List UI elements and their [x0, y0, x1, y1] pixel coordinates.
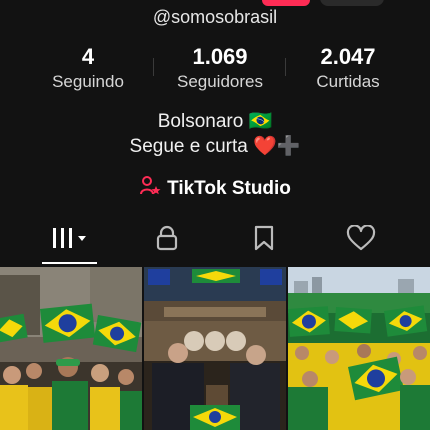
top-menu-button[interactable]	[320, 0, 384, 6]
stat-followers[interactable]: 1.069 Seguidores	[160, 44, 280, 94]
person-star-icon	[139, 175, 161, 203]
bio-line-2: Segue e curta ❤️➕	[129, 136, 301, 157]
tiktok-studio-label: TikTok Studio	[167, 178, 291, 200]
video-grid	[0, 267, 430, 430]
stat-following[interactable]: 4 Seguindo	[28, 44, 148, 94]
stat-followers-count: 1.069	[192, 44, 248, 69]
stat-divider	[285, 58, 286, 76]
stat-likes-count: 2.047	[320, 44, 376, 69]
stat-following-label: Seguindo	[52, 72, 124, 91]
profile-tabs	[0, 215, 430, 265]
tab-active-indicator	[42, 262, 97, 264]
stat-followers-label: Seguidores	[176, 72, 263, 91]
bookmark-icon	[252, 225, 276, 256]
lock-icon	[154, 225, 180, 256]
stat-divider	[153, 58, 154, 76]
video-thumbnail[interactable]	[144, 267, 286, 430]
top-action-button[interactable]	[262, 0, 310, 6]
stat-likes-label: Curtidas	[316, 72, 380, 91]
tab-private[interactable]	[113, 215, 220, 265]
bio-line-1: Bolsonaro 🇧🇷	[157, 111, 273, 132]
profile-stats: 4 Seguindo 1.069 Seguidores 2.047 Curtid…	[0, 44, 430, 96]
video-thumbnail[interactable]	[0, 267, 142, 430]
heart-icon	[346, 223, 376, 256]
grid-icon	[50, 225, 90, 256]
tab-videos[interactable]	[16, 215, 123, 265]
stat-following-count: 4	[81, 44, 95, 69]
tiktok-studio-link[interactable]: TikTok Studio	[0, 175, 430, 203]
video-thumbnail[interactable]	[288, 267, 430, 430]
username: @somosobrasil	[152, 7, 278, 27]
tab-saved[interactable]	[210, 215, 317, 265]
tab-liked[interactable]	[307, 215, 414, 265]
stat-likes[interactable]: 2.047 Curtidas	[288, 44, 408, 94]
